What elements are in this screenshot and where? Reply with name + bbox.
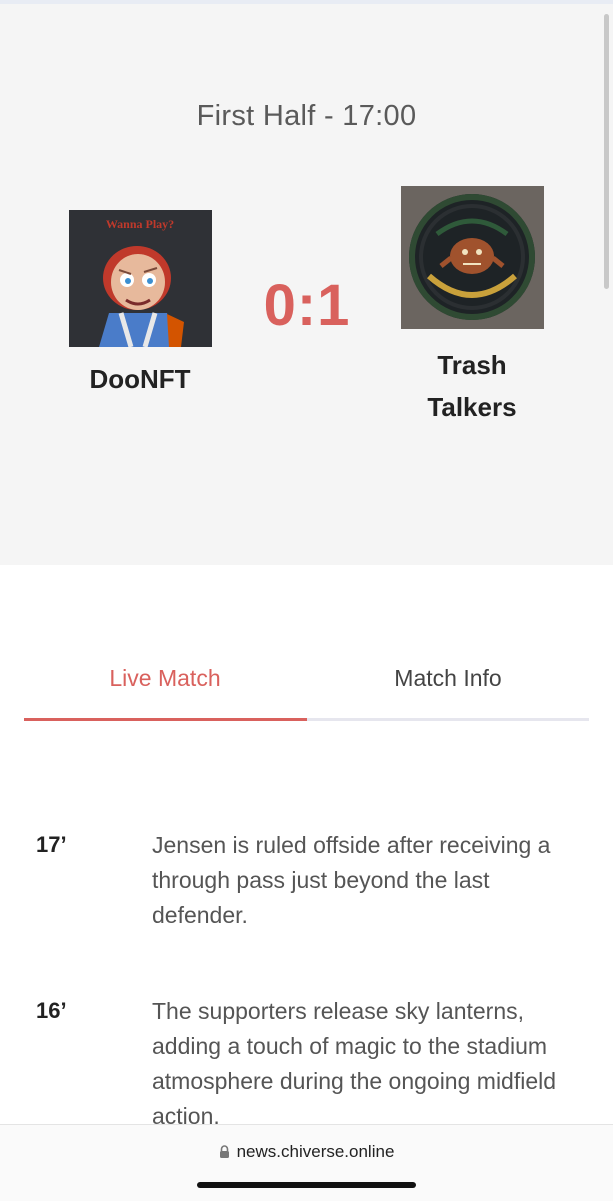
lock-icon [219, 1143, 230, 1163]
match-period: First Half - 17:00 [196, 100, 417, 132]
url-text: news.chiverse.online [236, 1142, 395, 1161]
scrollbar[interactable] [604, 14, 609, 289]
away-team-logo [401, 186, 544, 329]
logo-caption: Wanna Play? [106, 217, 174, 231]
match-header: First Half - 17:00 Wanna Play? 0:1 DooNF… [0, 4, 613, 565]
home-team-logo: Wanna Play? [69, 210, 212, 347]
active-tab-indicator [24, 718, 307, 721]
event-text: Jensen is ruled offside after receiving … [152, 832, 551, 928]
home-team-name: DooNFT [89, 364, 191, 394]
away-team-name: Trash Talkers [427, 350, 517, 422]
url-display[interactable]: news.chiverse.online [0, 1142, 613, 1163]
score: 0:1 [263, 273, 351, 338]
tab-underline [307, 718, 589, 721]
event-minute: 17’ [36, 832, 67, 857]
browser-address-bar[interactable]: news.chiverse.online [0, 1124, 613, 1201]
match-tabs: Live Match Match Info [24, 660, 589, 722]
event-text: The supporters release sky lanterns, add… [152, 998, 557, 1129]
event-minute: 16’ [36, 998, 67, 1023]
tab-match-info[interactable]: Match Info [307, 660, 589, 718]
tab-live-match[interactable]: Live Match [24, 660, 306, 718]
home-indicator[interactable] [197, 1182, 416, 1188]
